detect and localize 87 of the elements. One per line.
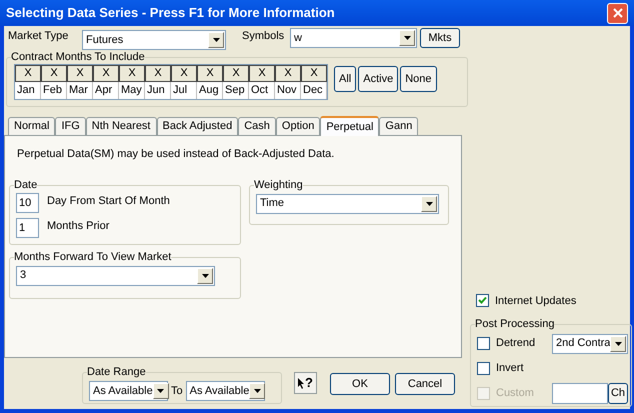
- month-checkbox[interactable]: X: [119, 65, 145, 82]
- tab[interactable]: Nth Nearest: [86, 117, 156, 135]
- detrend-select[interactable]: 2nd Contra: [552, 334, 628, 354]
- caret-icon: [614, 342, 622, 346]
- dropdown-button[interactable]: [249, 383, 266, 399]
- month-checkbox[interactable]: X: [223, 65, 249, 82]
- month-checkbox[interactable]: X: [171, 65, 197, 82]
- caret-icon: [212, 38, 220, 42]
- caret-icon: [202, 274, 208, 278]
- weighting-select[interactable]: Time: [256, 194, 439, 214]
- month-checkbox[interactable]: X: [41, 65, 67, 82]
- month-checkbox[interactable]: X: [93, 65, 119, 82]
- month-label: Jan: [15, 82, 41, 99]
- month-label: Feb: [41, 82, 67, 99]
- months-forward-select[interactable]: 3: [16, 266, 215, 286]
- ok-button[interactable]: OK: [330, 373, 390, 395]
- close-button[interactable]: [607, 2, 628, 24]
- month-checkbox[interactable]: X: [301, 65, 327, 82]
- dropdown-button[interactable]: [152, 383, 169, 399]
- dropdown-button[interactable]: [197, 268, 213, 284]
- cancel-button[interactable]: Cancel: [395, 373, 455, 395]
- description-text: Perpetual Data(SM) may be used instead of Back-Adjusted Data.: [17, 147, 336, 162]
- month-label: Dec: [301, 82, 327, 99]
- month-label: Oct: [249, 82, 275, 99]
- checkbox-label: Internet Updates: [495, 294, 576, 308]
- dropdown-button[interactable]: [421, 196, 437, 212]
- end-date-select[interactable]: As Available: [186, 381, 265, 401]
- tab[interactable]: Option: [276, 117, 320, 135]
- month-checkbox[interactable]: X: [197, 65, 223, 82]
- pointer-icon: [298, 378, 306, 388]
- checkbox-label: Invert: [496, 361, 525, 376]
- tab[interactable]: Back Adjusted: [156, 117, 238, 135]
- window-title: Selecting Data Series - Press F1 for More Information: [6, 4, 335, 22]
- month-label: Jun: [145, 82, 171, 99]
- month-filter-button[interactable]: None: [400, 66, 436, 92]
- checkbox[interactable]: [477, 362, 490, 375]
- number-field[interactable]: 1: [16, 218, 39, 238]
- month-checkbox[interactable]: X: [67, 65, 93, 82]
- month-checkbox[interactable]: X: [15, 65, 41, 82]
- month-label: Sep: [223, 82, 249, 99]
- tab[interactable]: Normal: [8, 117, 56, 135]
- checkbox-label: Custom: [496, 386, 535, 402]
- group-title: Date Range: [87, 366, 146, 379]
- month-label: Aug: [197, 82, 223, 99]
- field-label: Months Prior: [47, 218, 110, 234]
- group-title: Post Processing: [475, 318, 554, 331]
- dropdown-button[interactable]: [610, 336, 626, 352]
- symbols-select[interactable]: w: [290, 28, 417, 48]
- markets-button[interactable]: Mkts: [420, 28, 460, 48]
- dropdown-button[interactable]: [208, 32, 224, 48]
- field-label: To: [171, 384, 183, 399]
- month-label: Jul: [171, 82, 197, 99]
- caret-icon: [254, 389, 261, 393]
- month-checkbox[interactable]: X: [275, 65, 301, 82]
- close-icon: [612, 8, 622, 18]
- caret-icon: [157, 389, 164, 393]
- tab[interactable]: Gann: [379, 117, 418, 135]
- month-filter-button[interactable]: Active: [358, 66, 398, 92]
- group-title: Weighting: [254, 178, 303, 192]
- custom-field[interactable]: [552, 383, 608, 404]
- tab[interactable]: IFG: [55, 117, 86, 135]
- month-checkbox[interactable]: X: [249, 65, 275, 82]
- checkbox[interactable]: [477, 337, 490, 350]
- group-title: Contract Months To Include: [11, 51, 145, 64]
- market-type-select[interactable]: Futures: [82, 30, 226, 50]
- group-title: Months Forward To View Market: [14, 250, 172, 264]
- field-label: Day From Start Of Month: [47, 194, 170, 208]
- group-title: Date: [14, 178, 38, 192]
- checkmark-icon: [478, 296, 487, 306]
- checkbox-label: Detrend: [496, 336, 536, 352]
- month-label: Mar: [67, 82, 93, 99]
- month-label: Nov: [275, 82, 301, 99]
- start-date-select[interactable]: As Available: [89, 381, 168, 401]
- month-label: Apr: [93, 82, 119, 99]
- tab[interactable]: Cash: [238, 117, 276, 135]
- caret-icon: [426, 202, 432, 206]
- field-label: Market Type: [8, 29, 70, 44]
- field-label: Symbols: [242, 29, 286, 44]
- month-checkbox[interactable]: X: [145, 65, 171, 82]
- dropdown-button[interactable]: [399, 30, 415, 46]
- help-button[interactable]: ?: [294, 372, 317, 394]
- tab[interactable]: Perpetual: [320, 116, 380, 136]
- checkbox[interactable]: [476, 294, 489, 308]
- month-label: May: [119, 82, 145, 99]
- number-field[interactable]: 10: [16, 192, 39, 212]
- caret-icon: [404, 36, 410, 40]
- month-filter-button[interactable]: All: [334, 66, 356, 92]
